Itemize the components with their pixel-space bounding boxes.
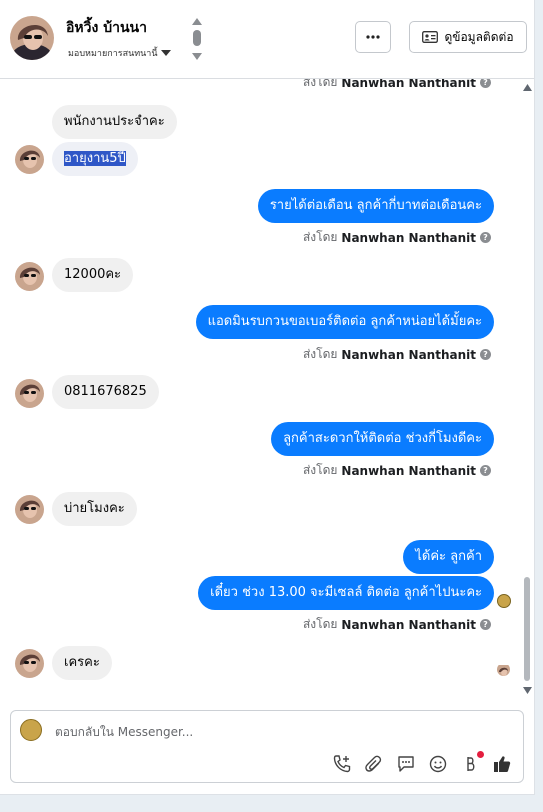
- phone-plus-icon[interactable]: [331, 753, 353, 775]
- info-icon[interactable]: ?: [480, 79, 491, 88]
- incoming-message[interactable]: พนักงานประจำคะ: [52, 105, 177, 139]
- arrow-down-icon: [192, 53, 202, 60]
- message-list: ส่งโดย Nanwhan Nanthanit ? พนักงานประจำค…: [0, 79, 520, 706]
- message-composer: ตอบกลับใน Messenger...: [10, 710, 524, 783]
- attach-icon[interactable]: [363, 753, 385, 775]
- outgoing-message[interactable]: แอดมินรบกวนขอเบอร์ติดต่อ ลูกค้าหน่อยได้ม…: [195, 305, 494, 339]
- incoming-message[interactable]: อายุงาน5ปี: [52, 142, 138, 176]
- assign-label: มอบหมายการสนทนานี้: [68, 49, 158, 59]
- conversation-header: อิหวิ้ง บ้านนา มอบหมายการสนทนานี้ ดูข้อม…: [0, 0, 534, 79]
- info-icon[interactable]: ?: [480, 619, 491, 630]
- contact-avatar-small: [15, 379, 44, 408]
- sent-by-label: ส่งโดย Nanwhan Nanthanit ?: [303, 461, 491, 480]
- conversation-nav[interactable]: [190, 16, 204, 62]
- incoming-message[interactable]: 12000คะ: [52, 258, 134, 292]
- sent-by-label: ส่งโดย Nanwhan Nanthanit ?: [303, 615, 491, 634]
- sent-by-label: ส่งโดย Nanwhan Nanthanit ?: [303, 345, 491, 364]
- scroll-down-icon: [523, 687, 532, 694]
- chevron-down-icon: [160, 50, 171, 56]
- emoji-icon[interactable]: [427, 753, 449, 775]
- incoming-message[interactable]: เครคะ: [52, 646, 112, 680]
- scroll-up-icon: [523, 84, 532, 91]
- outgoing-message[interactable]: รายได้ต่อเดือน ลูกค้ากี่บาทต่อเดือนคะ: [257, 189, 494, 223]
- sent-by-label: ส่งโดย Nanwhan Nanthanit ?: [303, 79, 491, 92]
- saved-reply-icon[interactable]: [395, 753, 417, 775]
- view-contact-info-button[interactable]: ดูข้อมูลติดต่อ: [409, 21, 527, 53]
- seen-indicator-avatar: [497, 594, 511, 608]
- view-contact-info-label: ดูข้อมูลติดต่อ: [444, 29, 514, 44]
- contact-avatar-small: [15, 145, 44, 174]
- reply-input[interactable]: ตอบกลับใน Messenger...: [55, 723, 193, 742]
- outgoing-message[interactable]: ได้ค่ะ ลูกค้า: [403, 540, 494, 574]
- like-icon[interactable]: [491, 753, 513, 775]
- message-scrollbar[interactable]: [520, 79, 534, 706]
- contact-avatar[interactable]: [10, 16, 54, 60]
- more-icon: [366, 35, 380, 39]
- outgoing-message[interactable]: เดี๋ยว ช่วง 13.00 จะมีเซลล์ ติดต่อ ลูกค้…: [198, 576, 494, 610]
- contact-avatar-small: [15, 495, 44, 524]
- selected-text: อายุงาน5ปี: [64, 151, 126, 166]
- incoming-message[interactable]: บ่ายโมงคะ: [52, 492, 137, 526]
- incoming-message[interactable]: 0811676825: [52, 375, 159, 409]
- contact-card-icon: [422, 31, 439, 43]
- notification-dot: [477, 751, 484, 758]
- seen-indicator-avatar: [497, 663, 510, 676]
- contact-avatar-small: [15, 649, 44, 678]
- scroll-handle-icon: [193, 30, 201, 46]
- info-icon[interactable]: ?: [480, 232, 491, 243]
- composer-toolbar: [331, 751, 513, 777]
- contact-name[interactable]: อิหวิ้ง บ้านนา: [66, 17, 147, 39]
- conversation-panel: อิหวิ้ง บ้านนา มอบหมายการสนทนานี้ ดูข้อม…: [0, 0, 535, 795]
- scroll-thumb[interactable]: [524, 577, 530, 681]
- currency-icon[interactable]: [459, 751, 484, 775]
- contact-avatar-small: [15, 262, 44, 291]
- more-options-button[interactable]: [355, 21, 391, 53]
- info-icon[interactable]: ?: [480, 349, 491, 360]
- info-icon[interactable]: ?: [480, 465, 491, 476]
- page-avatar: [20, 719, 42, 741]
- assign-conversation-dropdown[interactable]: มอบหมายการสนทนานี้: [68, 46, 171, 60]
- arrow-up-icon: [192, 18, 202, 25]
- outgoing-message[interactable]: ลูกค้าสะดวกให้ติดต่อ ช่วงกี่โมงดีคะ: [271, 422, 494, 456]
- sent-by-label: ส่งโดย Nanwhan Nanthanit ?: [303, 228, 491, 247]
